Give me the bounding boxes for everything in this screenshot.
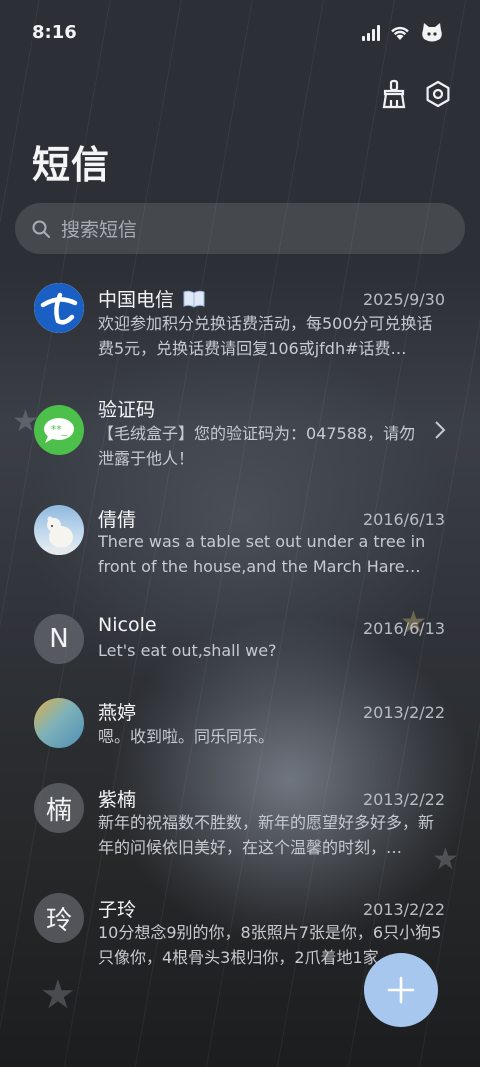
conversation-preview: 【毛绒盒子】您的验证码为：047588，请勿泄露于他人！ [98,424,416,468]
conversation-preview: 欢迎参加积分兑换话费活动，每500分可兑换话费5元，兑换话费请回复106或jfd… [98,314,433,358]
page-title: 短信 [32,143,111,187]
settings-button[interactable] [422,78,454,110]
conversation-name: 子玲 [98,899,137,921]
conversation-date: 2013/2/22 [362,900,445,919]
conversation-name: 倩倩 [98,509,137,531]
conversation-date: 2025/9/30 [362,290,445,309]
conversation-preview: 新年的祝福数不胜数，新年的愿望好多好多，新年的问候依旧美好，在这个温馨的时刻，… [98,813,435,857]
conversation-date: 2016/6/13 [362,619,445,638]
conversation-name: 燕婷 [98,702,137,724]
verified-book-icon [183,290,205,308]
conversation-date: 2016/6/13 [362,510,445,529]
search-placeholder: 搜索短信 [61,219,138,241]
conversation-name: 中国电信 [98,285,206,312]
new-message-button[interactable] [364,953,438,1027]
conversation-preview: Let's eat out,shall we? [98,641,277,660]
chevron-right-icon [435,421,446,439]
conversation-name: 验证码 [98,399,156,421]
conversation-preview: 嗯。收到啦。同乐同乐。 [98,727,275,746]
letter-avatar: N [34,614,84,664]
conversation-row[interactable]: 楠 紫楠 2013/2/22 新年的祝福数不胜数，新年的愿望好多好多，新年的问候… [0,775,480,875]
conversation-row[interactable]: 倩倩 2016/6/13 There was a table set out u… [0,492,480,592]
china-telecom-logo-icon [34,283,84,333]
conversation-date: 2013/2/22 [362,790,445,809]
battery-cat-icon [422,23,442,42]
letter-avatar: 楠 [34,783,84,833]
letter-avatar: 玲 [34,893,84,943]
search-icon [31,218,53,240]
conversation-preview: There was a table set out under a tree i… [98,532,426,576]
message-bubble-icon: **_ [34,405,84,455]
clean-button[interactable] [378,78,410,110]
plus-icon [387,976,415,1004]
polar-bear-avatar [34,505,84,555]
name-text: 中国电信 [98,289,175,311]
status-bar: 8:16 [0,0,480,66]
broom-icon [382,79,406,109]
landscape-avatar [34,698,84,748]
status-time: 8:16 [32,22,77,43]
conversation-row[interactable]: 燕婷 2013/2/22 嗯。收到啦。同乐同乐。 [0,688,480,788]
conversation-date: 2013/2/22 [362,703,445,722]
search-bar[interactable]: 搜索短信 [15,203,465,254]
conversation-name: 紫楠 [98,789,137,811]
settings-icon [426,80,450,108]
conversation-row[interactable]: 中国电信 2025/9/30 欢迎参加积分兑换话费活动，每500分可兑换话费5元… [0,270,480,370]
svg-text:**_: **_ [51,423,68,436]
signal-icon [362,25,380,41]
wifi-icon [391,26,409,40]
conversation-name: Nicole [98,614,157,636]
conversation-row[interactable]: **_ 验证码 【毛绒盒子】您的验证码为：047588，请勿泄露于他人！ [0,380,480,480]
